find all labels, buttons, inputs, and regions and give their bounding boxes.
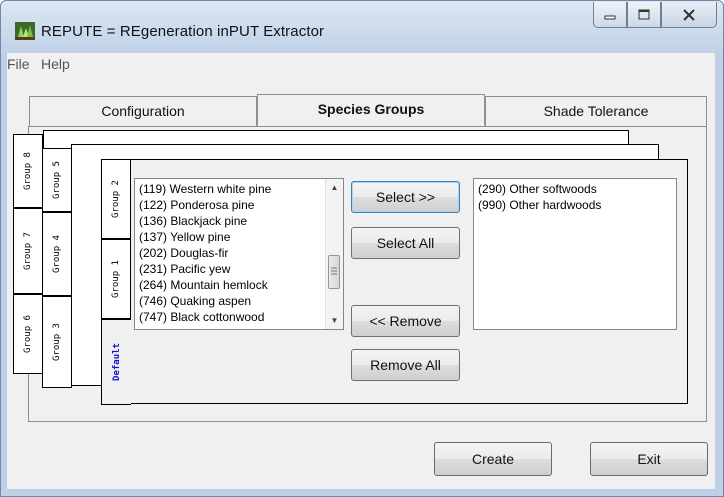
exit-button[interactable]: Exit xyxy=(590,442,708,476)
tab-group-7[interactable]: Group 7 xyxy=(13,208,43,294)
tab-species-groups[interactable]: Species Groups xyxy=(257,94,485,126)
vertical-scrollbar[interactable]: ▲ ▼ xyxy=(325,179,343,329)
tab-group-1-label: Group 1 xyxy=(111,260,121,298)
list-item[interactable]: (122) Ponderosa pine xyxy=(135,197,343,213)
list-item[interactable]: (264) Mountain hemlock xyxy=(135,277,343,293)
tab-group-2[interactable]: Group 2 xyxy=(101,159,131,239)
select-all-button[interactable]: Select All xyxy=(351,227,460,259)
caption-buttons xyxy=(593,2,717,30)
client-area: Configuration Shade Tolerance Species Gr… xyxy=(7,76,715,489)
tab-group-3[interactable]: Group 3 xyxy=(42,296,72,388)
tab-group-3-label: Group 3 xyxy=(52,323,62,361)
select-button[interactable]: Select >> xyxy=(351,181,460,213)
list-item[interactable]: (119) Western white pine xyxy=(135,181,343,197)
menu-bar: File Help xyxy=(7,53,715,77)
tree-app-icon xyxy=(15,22,35,40)
tab-shade-tolerance[interactable]: Shade Tolerance xyxy=(485,96,707,126)
title-bar[interactable]: REPUTE = REgeneration inPUT Extractor xyxy=(1,1,723,53)
maximize-icon xyxy=(638,9,650,20)
tab-group-6-label: Group 6 xyxy=(23,315,33,353)
list-item[interactable]: (746) Quaking aspen xyxy=(135,293,343,309)
menu-file[interactable]: File xyxy=(7,56,30,72)
minimize-button[interactable] xyxy=(593,2,627,28)
list-item[interactable]: (137) Yellow pine xyxy=(135,229,343,245)
grip-icon xyxy=(331,267,337,275)
scroll-down-arrow-icon[interactable]: ▼ xyxy=(326,312,343,329)
tab-group-2-label: Group 2 xyxy=(111,180,121,218)
tab-group-4-label: Group 4 xyxy=(52,235,62,273)
list-item[interactable]: (202) Douglas-fir xyxy=(135,245,343,261)
tab-group-8[interactable]: Group 8 xyxy=(13,134,43,208)
list-item[interactable]: (136) Blackjack pine xyxy=(135,213,343,229)
available-species-items: (119) Western white pine (122) Ponderosa… xyxy=(135,179,343,325)
tab-group-1[interactable]: Group 1 xyxy=(101,239,131,319)
menu-help[interactable]: Help xyxy=(41,56,70,72)
scroll-thumb[interactable] xyxy=(328,255,340,289)
list-item[interactable]: (231) Pacific yew xyxy=(135,261,343,277)
tab-configuration[interactable]: Configuration xyxy=(29,96,257,126)
selected-species-list[interactable]: (290) Other softwoods (990) Other hardwo… xyxy=(473,178,677,330)
scroll-up-arrow-icon[interactable]: ▲ xyxy=(326,179,343,196)
remove-all-button[interactable]: Remove All xyxy=(351,349,460,381)
list-item[interactable]: (990) Other hardwoods xyxy=(474,197,676,213)
tab-default-label: Default xyxy=(111,343,122,381)
list-item[interactable]: (290) Other softwoods xyxy=(474,181,676,197)
remove-button[interactable]: << Remove xyxy=(351,305,460,337)
create-button[interactable]: Create xyxy=(434,442,552,476)
available-species-list[interactable]: (119) Western white pine (122) Ponderosa… xyxy=(134,178,344,330)
tab-group-5-label: Group 5 xyxy=(52,161,62,199)
tab-default[interactable]: Default xyxy=(101,319,131,405)
tab-group-6[interactable]: Group 6 xyxy=(13,294,43,374)
tab-group-7-label: Group 7 xyxy=(23,232,33,270)
app-window: REPUTE = REgeneration inPUT Extractor Fi… xyxy=(0,0,724,497)
window-title: REPUTE = REgeneration inPUT Extractor xyxy=(41,23,325,40)
tab-group-4[interactable]: Group 4 xyxy=(42,212,72,296)
list-item[interactable]: (747) Black cottonwood xyxy=(135,309,343,325)
minimize-icon xyxy=(604,15,616,19)
tab-group-5[interactable]: Group 5 xyxy=(42,148,72,212)
close-button[interactable] xyxy=(661,2,717,28)
maximize-button[interactable] xyxy=(627,2,661,28)
tab-group-8-label: Group 8 xyxy=(23,152,33,190)
selected-species-items: (290) Other softwoods (990) Other hardwo… xyxy=(474,179,676,213)
close-icon xyxy=(683,8,695,21)
